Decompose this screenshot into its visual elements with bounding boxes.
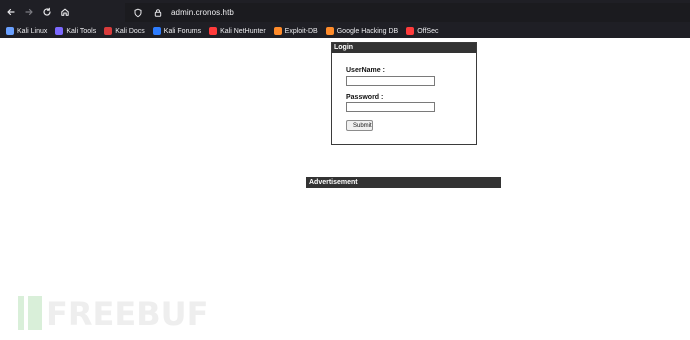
lock-icon (154, 8, 162, 17)
username-label: UserName : (346, 67, 385, 74)
kali-forums-icon (152, 27, 161, 35)
exploit-db-icon (273, 27, 282, 35)
bookmark-kali-nethunter[interactable]: Kali NetHunter (209, 27, 266, 35)
watermark-text: FREEBUF (46, 295, 208, 333)
url-text: admin.cronos.htb (171, 8, 234, 17)
reload-icon[interactable] (38, 3, 56, 21)
offsec-icon (406, 27, 415, 35)
kali-nethunter-icon (209, 27, 218, 35)
reload-arrow-icon (43, 7, 51, 16)
tracking-protection-shield-icon[interactable] (131, 6, 145, 20)
advertisement-header: Advertisement (306, 177, 501, 188)
bookmark-google-hacking-db[interactable]: Google Hacking DB (325, 27, 399, 35)
bookmark-label: Kali Linux (17, 27, 48, 35)
login-panel-header: Login (332, 43, 476, 53)
submit-button[interactable]: Submit (346, 120, 373, 131)
bookmark-label: Kali Forums (163, 27, 202, 35)
bookmark-label: Exploit-DB (284, 27, 318, 35)
bookmark-label: Google Hacking DB (336, 27, 399, 35)
bookmark-kali-linux[interactable]: Kali Linux (6, 27, 47, 35)
login-panel: Login UserName : Password : Submit (331, 42, 477, 145)
watermark-bar-2 (28, 296, 42, 330)
bookmark-exploit-db[interactable]: Exploit-DB (273, 27, 318, 35)
shield-icon (134, 8, 142, 17)
freebuf-watermark: FREEBUF (18, 295, 208, 333)
back-icon[interactable] (2, 3, 20, 21)
bookmark-kali-forums[interactable]: Kali Forums (152, 27, 202, 35)
bookmark-offsec[interactable]: OffSec (406, 27, 439, 35)
bookmark-label: Kali Tools (66, 27, 97, 35)
kali-tools-icon (55, 27, 64, 35)
browser-chrome: admin.cronos.htb Kali Linux Kali Tools K… (0, 0, 690, 38)
kali-docs-icon (104, 27, 113, 35)
browser-toolbar: admin.cronos.htb (0, 0, 690, 24)
bookmark-label: Kali NetHunter (220, 27, 266, 35)
password-input[interactable] (346, 102, 435, 112)
address-bar[interactable]: admin.cronos.htb (125, 3, 690, 22)
page-info-icon[interactable] (151, 6, 165, 20)
home-icon[interactable] (56, 3, 74, 21)
password-label: Password : (346, 94, 384, 101)
forward-arrow-icon (25, 8, 33, 16)
google-hacking-db-icon (325, 27, 334, 35)
kali-dragon-icon (6, 27, 14, 35)
forward-icon[interactable] (20, 3, 38, 21)
watermark-bar-1 (18, 296, 24, 330)
bookmark-label: Kali Docs (115, 27, 145, 35)
bookmark-kali-docs[interactable]: Kali Docs (104, 27, 145, 35)
bookmark-kali-tools[interactable]: Kali Tools (55, 27, 96, 35)
bookmarks-toolbar: Kali Linux Kali Tools Kali Docs Kali For… (0, 24, 690, 38)
bookmark-label: OffSec (417, 27, 439, 35)
username-input[interactable] (346, 76, 435, 86)
back-arrow-icon (7, 8, 15, 16)
home-house-icon (61, 8, 69, 16)
